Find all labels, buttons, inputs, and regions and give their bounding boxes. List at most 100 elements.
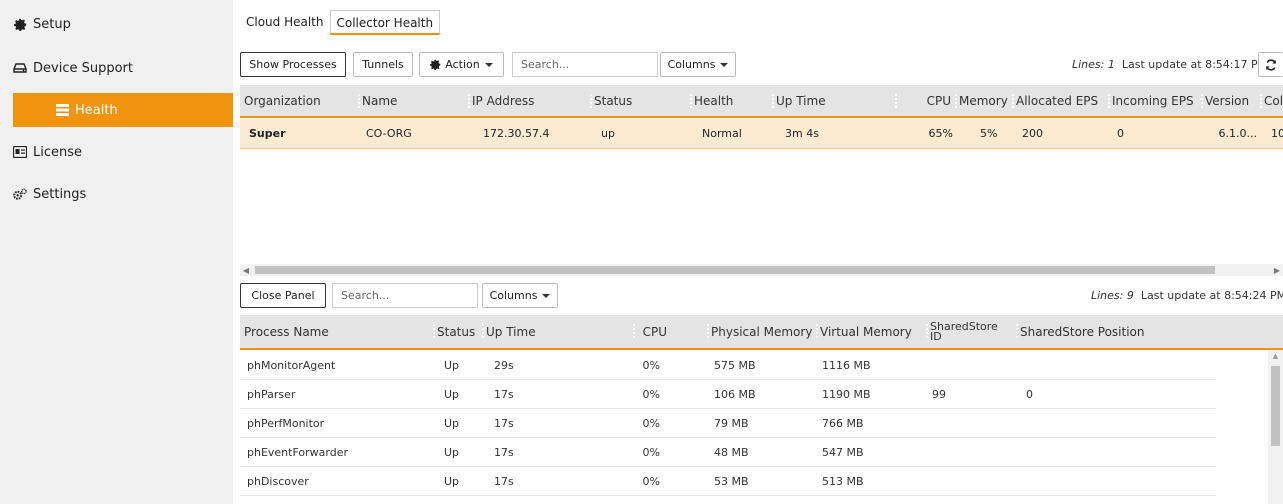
col-col[interactable]: Col [1260,85,1283,116]
cell-status: Up [444,358,460,372]
cell-process-name: phMonitorAgent [247,358,336,372]
search-input[interactable] [512,52,658,77]
col-up-time[interactable]: Up Time [482,315,536,348]
cell-version: 6.1.0... [1218,127,1257,140]
cell-process-name: phParser [247,387,296,401]
col-version[interactable]: Version [1201,85,1249,116]
cell-status: up [601,127,615,140]
col-virtual-memory[interactable]: Virtual Memory [816,315,912,348]
cell-physical-memory: 106 MB [714,387,756,401]
chevron-down-icon [720,62,729,67]
sidebar-item-label: Setup [33,16,71,32]
refresh-button[interactable] [1258,52,1283,77]
col-physical-memory[interactable]: Physical Memory [707,315,812,348]
sidebar-item-health[interactable]: Health [13,93,233,127]
col-health[interactable]: Health [690,85,733,116]
action-dropdown[interactable]: Action [419,52,504,77]
process-search-input[interactable] [332,283,478,308]
sidebar-item-label: Health [75,102,118,118]
col-sharedstore-position[interactable]: SharedStore Position [1016,315,1145,348]
gears-icon [13,187,27,201]
cell-up-time: 17s [494,416,514,430]
col-process-name[interactable]: Process Name [240,315,329,348]
tab-collector-health[interactable]: Collector Health [329,10,441,35]
cell-up-time: 17s [494,474,514,488]
sidebar-item-settings[interactable]: Settings [0,177,233,211]
gear-icon [13,17,27,31]
table-row[interactable]: Super CO-ORG 172.30.57.4 up Normal 3m 4s… [240,119,1283,149]
scroll-left-icon[interactable]: ◀ [240,264,252,276]
cell-virtual-memory: 547 MB [822,445,864,459]
tunnels-button[interactable]: Tunnels [353,52,413,77]
col-incoming-eps[interactable]: Incoming EPS [1108,85,1194,116]
cell-virtual-memory: 1190 MB [822,387,871,401]
scrollbar-thumb[interactable] [255,266,1215,274]
cell-status: Up [444,416,460,430]
cell-physical-memory: 575 MB [714,358,756,372]
col-ip-address[interactable]: IP Address [468,85,534,116]
cell-ip-address: 172.30.57.4 [483,127,550,140]
action-label: Action [445,58,480,71]
columns-label: Columns [667,58,716,71]
drive-icon [13,61,27,75]
cell-physical-memory: 48 MB [714,445,749,459]
table-row[interactable]: phParser Up 17s 0% 106 MB 1190 MB 99 0 [240,380,1216,409]
cell-cpu: 65% [928,127,953,140]
vertical-scrollbar[interactable]: ▲ [1268,350,1283,504]
col-allocated-eps[interactable]: Allocated EPS [1012,85,1098,116]
col-status[interactable]: Status [590,85,632,116]
cell-allocated-eps: 200 [1022,127,1043,140]
cell-up-time: 17s [494,445,514,459]
cell-virtual-memory: 766 MB [822,416,864,430]
cell-memory: 5% [980,127,998,140]
cell-health: Normal [702,127,742,140]
id-card-icon [13,145,27,159]
cell-col: 100 [1271,127,1283,140]
col-up-time[interactable]: Up Time [772,85,826,116]
lines-count: Lines: 1 [1072,58,1115,71]
process-columns-dropdown[interactable]: Columns [482,283,558,308]
last-update: Last update at 8:54:24 PM [1140,289,1283,302]
cell-status: Up [444,474,460,488]
col-name[interactable]: Name [358,85,397,116]
cell-up-time: 29s [494,358,514,372]
scroll-right-icon[interactable]: ▶ [1271,264,1283,276]
sidebar: Setup Device Support Health License Sett… [0,0,233,504]
col-cpu[interactable]: CPU [633,315,667,348]
col-memory[interactable]: Memory [955,85,1008,116]
show-processes-button[interactable]: Show Processes [240,52,346,77]
col-cpu[interactable]: CPU [895,85,955,116]
sidebar-item-setup[interactable]: Setup [0,7,233,41]
table-row[interactable]: phPerfMonitor Up 17s 0% 79 MB 766 MB [240,409,1216,438]
col-status[interactable]: Status [433,315,475,348]
sidebar-item-label: Device Support [33,60,133,76]
columns-dropdown[interactable]: Columns [660,52,736,77]
cell-name: CO-ORG [366,127,412,140]
cell-up-time: 17s [494,387,514,401]
table-row[interactable]: phDiscover Up 17s 0% 53 MB 513 MB [240,467,1216,496]
table-row[interactable]: phEventForwarder Up 17s 0% 48 MB 547 MB [240,438,1216,467]
scrollbar-thumb[interactable] [1271,366,1280,446]
tab-bar: Cloud Health Collector Health [240,10,441,35]
horizontal-scrollbar[interactable]: ◀ ▶ [240,264,1283,276]
scroll-up-icon[interactable]: ▲ [1268,350,1283,362]
status-line: Lines: 1 Last update at 8:54:17 PM [1072,58,1267,71]
cell-virtual-memory: 513 MB [822,474,864,488]
cell-sharedstore-id: 99 [932,387,946,401]
collector-table-header: Organization Name IP Address Status Heal… [240,85,1283,118]
chevron-down-icon [484,62,493,67]
cell-physical-memory: 79 MB [714,416,749,430]
cell-process-name: phEventForwarder [247,445,348,459]
app: Setup Device Support Health License Sett… [0,0,1283,504]
cell-status: Up [444,445,460,459]
tab-cloud-health[interactable]: Cloud Health [240,10,330,35]
sidebar-item-device-support[interactable]: Device Support [0,51,233,85]
cell-process-name: phPerfMonitor [247,416,325,430]
table-row[interactable]: phMonitorAgent Up 29s 0% 575 MB 1116 MB [240,351,1216,380]
sidebar-item-license[interactable]: License [0,135,233,169]
close-panel-button[interactable]: Close Panel [240,283,326,308]
last-update: Last update at 8:54:17 PM [1121,58,1268,71]
col-organization[interactable]: Organization [240,85,321,116]
col-sharedstore-id[interactable]: SharedStore ID [926,315,1006,348]
cell-cpu: 0% [642,358,660,372]
